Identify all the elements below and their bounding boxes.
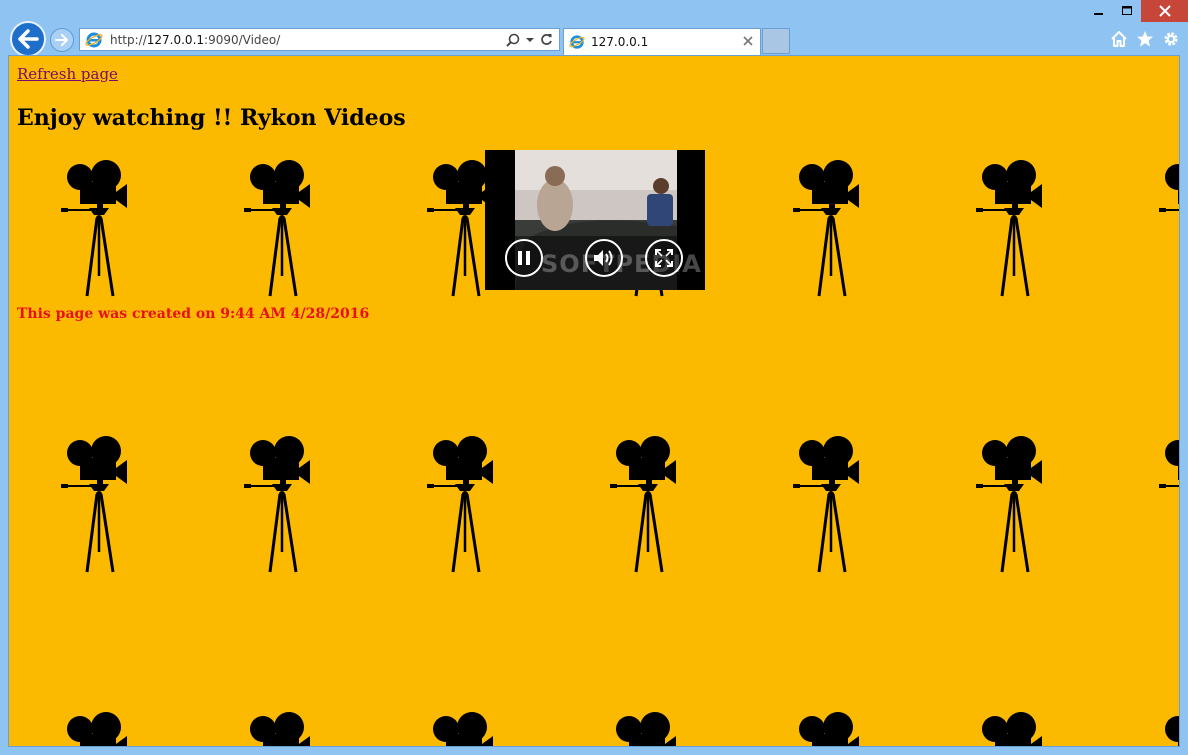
pause-button[interactable] — [505, 239, 543, 277]
address-actions — [506, 31, 553, 48]
fullscreen-icon — [655, 249, 673, 267]
star-icon[interactable] — [1136, 30, 1154, 48]
tab-close-icon[interactable] — [742, 35, 754, 47]
toolbar-right — [1110, 30, 1180, 48]
back-arrow-icon — [18, 29, 39, 49]
url-path: :9090/Video/ — [204, 32, 281, 47]
minimize-button[interactable] — [1085, 0, 1113, 22]
ie-page-icon — [85, 32, 103, 47]
close-window-button[interactable] — [1141, 0, 1188, 22]
url-scheme: http:// — [110, 32, 147, 47]
page-content: Refresh page Enjoy watching !! Rykon Vid… — [17, 64, 1157, 131]
fullscreen-button[interactable] — [645, 239, 683, 277]
refresh-icon[interactable] — [540, 33, 553, 46]
tab-title: 127.0.0.1 — [591, 35, 649, 49]
new-tab-button[interactable] — [762, 28, 790, 54]
page-title: Enjoy watching !! Rykon Videos — [17, 105, 406, 131]
browser-chrome: http://127.0.0.1:9090/Video/ 127.0.0.1 — [0, 0, 1188, 57]
back-button[interactable] — [10, 21, 46, 57]
tab-active[interactable]: 127.0.0.1 — [563, 28, 761, 55]
maximize-icon — [1121, 6, 1132, 15]
close-icon — [1158, 5, 1171, 17]
window-controls — [1085, 0, 1188, 22]
volume-button[interactable] — [585, 239, 623, 277]
maximize-button[interactable] — [1113, 0, 1141, 22]
chevron-down-icon[interactable] — [526, 37, 534, 43]
pause-icon — [518, 251, 530, 265]
forward-arrow-icon — [55, 34, 68, 46]
gear-icon[interactable] — [1162, 30, 1180, 48]
video-controls — [485, 236, 705, 280]
volume-icon — [594, 250, 613, 266]
url-host: 127.0.0.1 — [146, 32, 205, 47]
page-created-text: This page was created on 9:44 AM 4/28/20… — [17, 306, 370, 322]
video-player[interactable]: SOFTPEDIA — [485, 150, 705, 290]
refresh-page-link[interactable]: Refresh page — [17, 65, 118, 83]
forward-button[interactable] — [50, 28, 74, 52]
home-icon[interactable] — [1110, 30, 1128, 48]
search-icon[interactable] — [506, 33, 520, 47]
ie-tab-icon — [569, 35, 585, 49]
page-viewport[interactable]: Refresh page Enjoy watching !! Rykon Vid… — [8, 55, 1180, 747]
minimize-icon — [1094, 13, 1103, 15]
address-bar[interactable]: http://127.0.0.1:9090/Video/ — [79, 28, 560, 51]
address-url[interactable]: http://127.0.0.1:9090/Video/ — [110, 33, 280, 47]
